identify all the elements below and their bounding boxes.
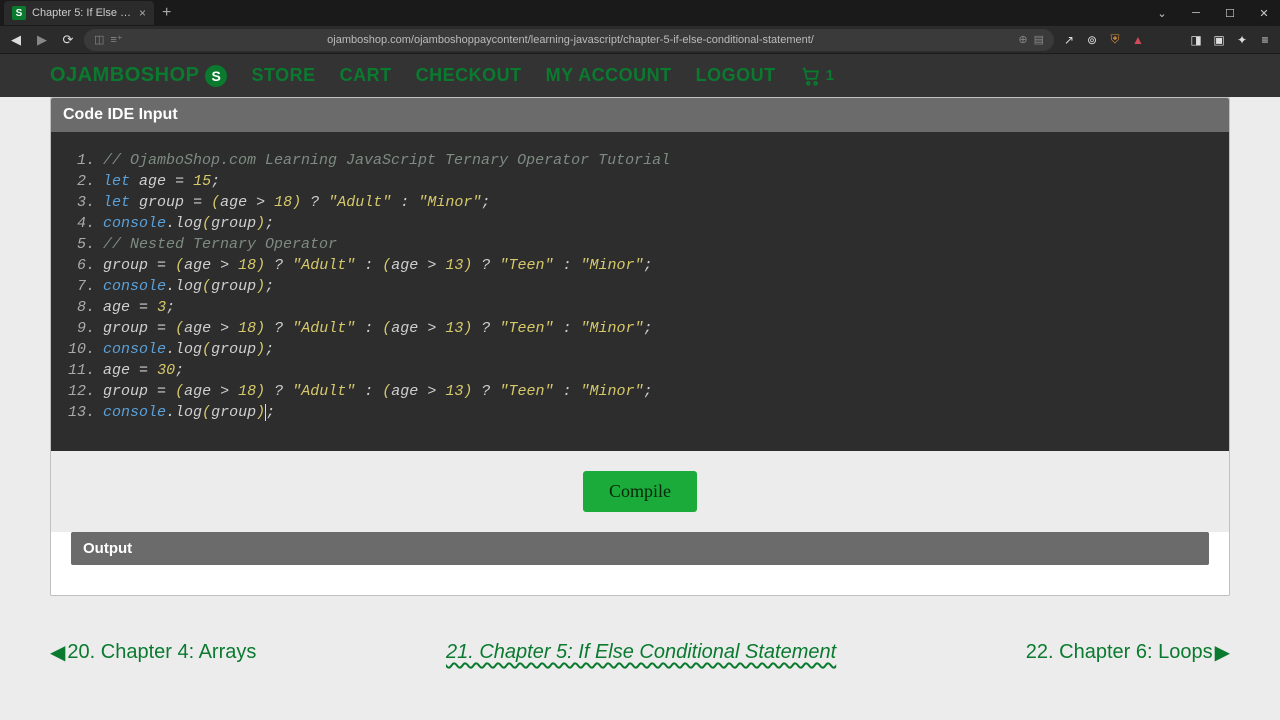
chevron-down-icon[interactable]: ⌄ <box>1146 1 1178 25</box>
bookmark-icon[interactable]: ◫ <box>94 33 104 46</box>
line-number: 5. <box>67 234 103 255</box>
window-controls: ⌄ ─ ☐ ✕ <box>1146 1 1280 25</box>
line-number: 1. <box>67 150 103 171</box>
panel-icon[interactable]: ▣ <box>1210 31 1228 49</box>
close-window-button[interactable]: ✕ <box>1248 1 1280 25</box>
tab-group: S Chapter 5: If Else Conditio × + <box>4 0 179 26</box>
line-number: 2. <box>67 171 103 192</box>
pager-current[interactable]: 21. Chapter 5: If Else Conditional State… <box>446 641 836 664</box>
pager-next[interactable]: 22. Chapter 6: Loops ▶ <box>1026 640 1230 665</box>
sparkle-icon[interactable]: ✦ <box>1233 31 1251 49</box>
line-number: 9. <box>67 318 103 339</box>
brand-mark-icon: S <box>205 65 227 87</box>
nav-account[interactable]: MY ACCOUNT <box>546 65 672 86</box>
code-line[interactable]: 10.console.log(group); <box>67 339 1213 360</box>
code-ide-panel: Code IDE Input 1.// OjamboShop.com Learn… <box>50 97 1230 596</box>
maximize-button[interactable]: ☐ <box>1214 1 1246 25</box>
code-line[interactable]: 12.group = (age > 18) ? "Adult" : (age >… <box>67 381 1213 402</box>
code-line[interactable]: 6.group = (age > 18) ? "Adult" : (age > … <box>67 255 1213 276</box>
pager-next-label: 22. Chapter 6: Loops <box>1026 641 1213 664</box>
browser-tab[interactable]: S Chapter 5: If Else Conditio × <box>4 1 154 25</box>
line-number: 11. <box>67 360 103 381</box>
close-tab-icon[interactable]: × <box>139 6 146 20</box>
output-body <box>51 565 1229 585</box>
line-number: 7. <box>67 276 103 297</box>
site-info-icon[interactable]: ≡⁺ <box>110 33 122 46</box>
code-ide-title: Code IDE Input <box>51 98 1229 132</box>
line-number: 13. <box>67 402 103 423</box>
output-panel: Output <box>51 532 1229 585</box>
arrow-left-icon: ◀ <box>50 640 65 665</box>
cart-icon <box>800 65 822 87</box>
code-line[interactable]: 4.console.log(group); <box>67 213 1213 234</box>
code-editor[interactable]: 1.// OjamboShop.com Learning JavaScript … <box>51 132 1229 451</box>
line-number: 4. <box>67 213 103 234</box>
compile-button[interactable]: Compile <box>583 471 697 512</box>
cart-count: 1 <box>826 67 834 84</box>
share-icon[interactable]: ↗ <box>1060 31 1078 49</box>
pager-prev-label: 20. Chapter 4: Arrays <box>67 641 256 664</box>
code-line[interactable]: 11.age = 30; <box>67 360 1213 381</box>
back-button[interactable]: ◀ <box>6 30 26 50</box>
nav-checkout[interactable]: CHECKOUT <box>416 65 522 86</box>
browser-toolbar: ◀ ▶ ⟳ ◫ ≡⁺ ojamboshop.com/ojamboshoppayc… <box>0 26 1280 54</box>
code-line[interactable]: 13.console.log(group); <box>67 402 1213 423</box>
nav-cart[interactable]: CART <box>340 65 392 86</box>
minimize-button[interactable]: ─ <box>1180 1 1212 25</box>
address-bar[interactable]: ◫ ≡⁺ ojamboshop.com/ojamboshoppaycontent… <box>84 29 1054 51</box>
code-line[interactable]: 1.// OjamboShop.com Learning JavaScript … <box>67 150 1213 171</box>
favicon-icon: S <box>12 6 26 20</box>
line-number: 12. <box>67 381 103 402</box>
menu-icon[interactable]: ≡ <box>1256 31 1274 49</box>
window-titlebar: S Chapter 5: If Else Conditio × + ⌄ ─ ☐ … <box>0 0 1280 26</box>
shield-icon[interactable]: ⛨ <box>1106 31 1124 49</box>
toolbar-extensions: ↗ ⊚ ⛨ ▲ ◨ ▣ ✦ ≡ <box>1060 31 1274 49</box>
nav-logout[interactable]: LOGOUT <box>696 65 776 86</box>
page-viewport[interactable]: OJAMBOSHOP S STORE CART CHECKOUT MY ACCO… <box>0 54 1280 720</box>
arrow-right-icon: ▶ <box>1215 640 1230 665</box>
code-line[interactable]: 7.console.log(group); <box>67 276 1213 297</box>
compile-area: Compile <box>51 451 1229 532</box>
code-line[interactable]: 5.// Nested Ternary Operator <box>67 234 1213 255</box>
nav-store[interactable]: STORE <box>251 65 315 86</box>
url-text: ojamboshop.com/ojamboshoppaycontent/lear… <box>129 34 1013 46</box>
zoom-icon[interactable]: ⊕ <box>1018 33 1027 46</box>
line-number: 3. <box>67 192 103 213</box>
line-number: 8. <box>67 297 103 318</box>
code-line[interactable]: 2.let age = 15; <box>67 171 1213 192</box>
pager-prev[interactable]: ◀ 20. Chapter 4: Arrays <box>50 640 256 665</box>
site-header: OJAMBOSHOP S STORE CART CHECKOUT MY ACCO… <box>0 54 1280 97</box>
chapter-pager: ◀ 20. Chapter 4: Arrays 21. Chapter 5: I… <box>0 626 1280 679</box>
code-line[interactable]: 3.let group = (age > 18) ? "Adult" : "Mi… <box>67 192 1213 213</box>
forward-button[interactable]: ▶ <box>32 30 52 50</box>
tab-title: Chapter 5: If Else Conditio <box>32 7 133 19</box>
cart-button[interactable]: 1 <box>800 65 834 87</box>
reader-icon[interactable]: ▤ <box>1034 33 1044 46</box>
code-line[interactable]: 9.group = (age > 18) ? "Adult" : (age > … <box>67 318 1213 339</box>
sidebar-icon[interactable]: ◨ <box>1187 31 1205 49</box>
brand-logo[interactable]: OJAMBOSHOP S <box>50 64 227 87</box>
reload-button[interactable]: ⟳ <box>58 30 78 50</box>
line-number: 6. <box>67 255 103 276</box>
code-line[interactable]: 8.age = 3; <box>67 297 1213 318</box>
line-number: 10. <box>67 339 103 360</box>
new-tab-button[interactable]: + <box>154 4 179 22</box>
output-title: Output <box>71 532 1209 565</box>
brand-text: OJAMBOSHOP <box>50 64 199 87</box>
rss-icon[interactable]: ⊚ <box>1083 31 1101 49</box>
warning-icon[interactable]: ▲ <box>1129 31 1147 49</box>
